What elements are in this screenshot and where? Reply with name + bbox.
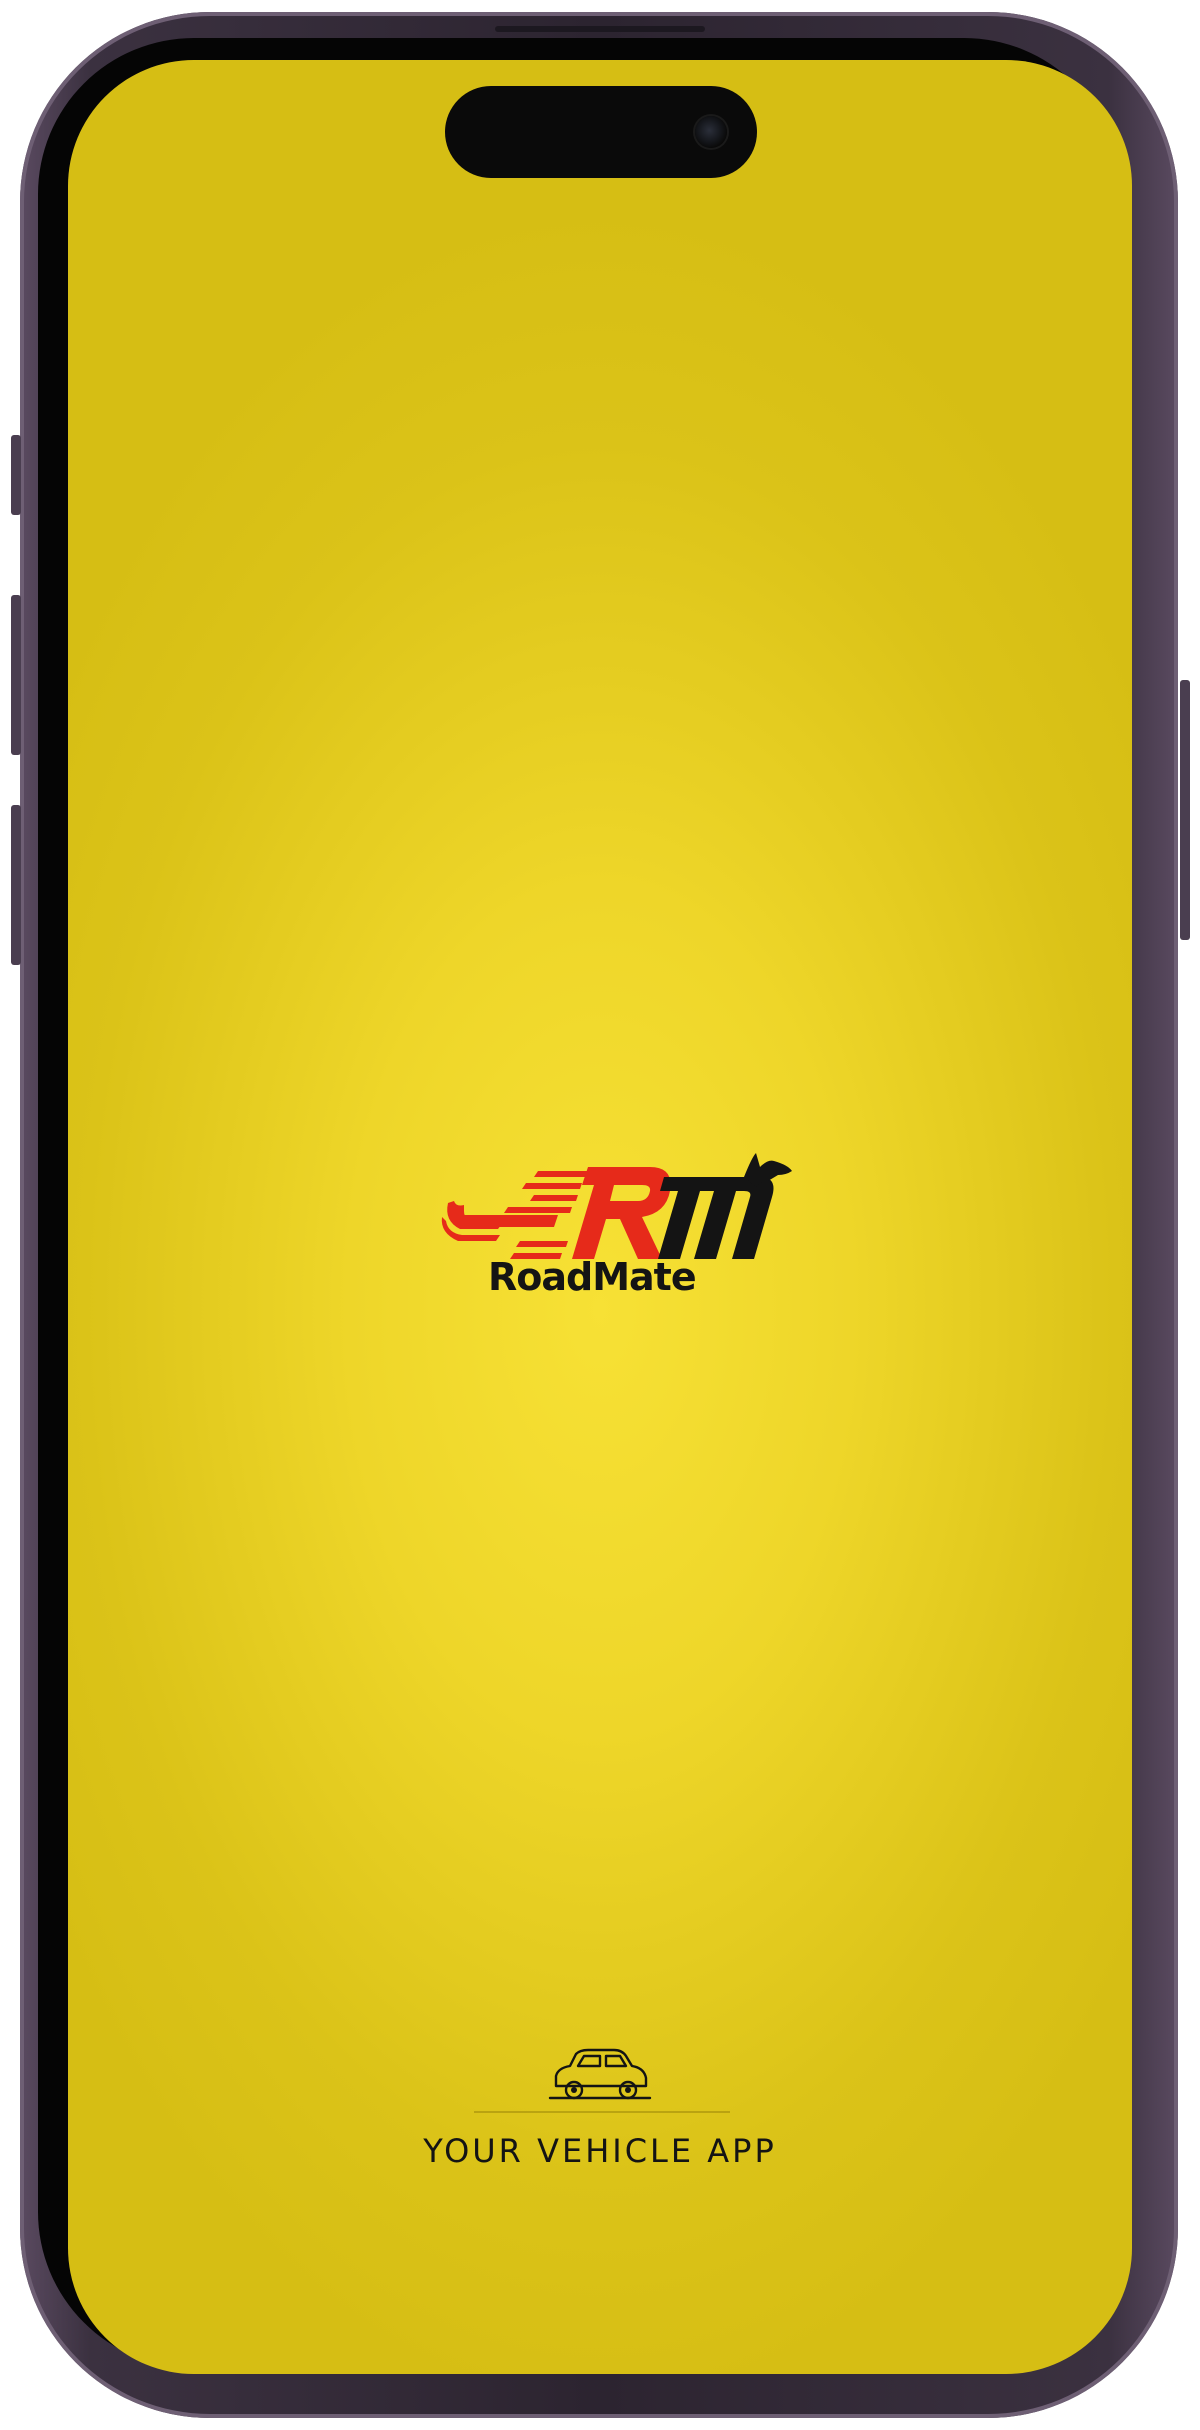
volume-up-button [11,595,21,755]
divider-line [474,2111,730,2113]
car-outline-icon [548,2048,652,2100]
camera-icon [695,116,727,148]
speaker-slit [495,26,705,32]
volume-down-button [11,805,21,965]
letter-m-icon [658,1177,774,1259]
tagline: YOUR VEHICLE APP [423,2132,777,2170]
dynamic-island [445,86,757,178]
brand-name: RoadMate [488,1255,697,1299]
letter-r-icon [572,1167,671,1259]
action-button [11,435,21,515]
power-button [1180,680,1190,940]
